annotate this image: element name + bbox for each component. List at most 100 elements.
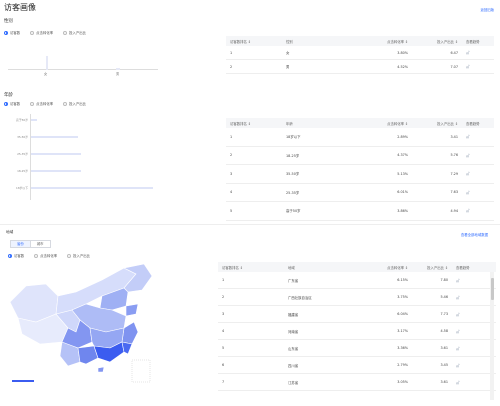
metric-radio-visitors[interactable]: 访客数	[8, 253, 24, 258]
trend-chart-icon[interactable]: ㎡	[452, 363, 484, 368]
radio-dot-icon	[63, 30, 68, 35]
row-roi: 4.94	[450, 208, 458, 213]
gender-bar-male	[116, 68, 120, 70]
col-gender: 性别	[286, 39, 293, 44]
col-roi[interactable]: 投入产出比 ↕	[412, 39, 462, 44]
row-age: 18岁以下	[286, 135, 301, 140]
row-roi: 4.58	[440, 329, 448, 333]
trend-chart-icon[interactable]: ㎡	[452, 329, 484, 334]
row-ctr: 2.79%	[397, 363, 408, 367]
tab-province[interactable]: 省份	[11, 241, 31, 247]
age-table-header: 访客数排名 ↕ 年龄 点击转化率 ↕ 投入产出比 ↕ 查看趋势	[226, 118, 494, 128]
age-metric-radios: 访客数 点击转化率 投入产出比	[4, 101, 86, 106]
region-table-header: 访客数排名 ↕ 地域 点击转化率 ↕ 投入产出比 ↕ 查看趋势	[218, 262, 496, 272]
row-rank: 2	[222, 295, 225, 299]
table-row: 2 广西壮族自治区 3.75% 5.46 ㎡	[218, 289, 496, 306]
radio-dot-icon	[63, 101, 68, 106]
trend-chart-icon[interactable]: ㎡	[462, 208, 494, 213]
col-roi[interactable]: 投入产出比 ↕	[412, 121, 462, 126]
age-table-body: 1 18岁以下 2.89% 3.41 ㎡ 2 18-25岁 4.37% 5.76 ㎡ 3 35-50岁…	[226, 128, 494, 221]
metric-radio-ctr[interactable]: 点击转化率	[30, 101, 53, 106]
col-rank[interactable]: 访客数排名 ↕	[226, 121, 282, 126]
radio-dot-icon	[8, 253, 12, 258]
age-tick-label: 35-50岁	[17, 135, 28, 139]
col-ctr[interactable]: 点击转化率 ↕	[362, 121, 412, 126]
region-section-label: 地域	[6, 230, 14, 234]
table-row: 3 福建省 6.04% 7.73 ㎡	[218, 306, 496, 323]
row-region: 福建省	[288, 312, 299, 317]
age-table: 访客数排名 ↕ 年龄 点击转化率 ↕ 投入产出比 ↕ 查看趋势 1 18岁以下 2.…	[226, 118, 494, 221]
row-ctr: 3.86%	[397, 208, 408, 213]
row-roi: 5.76	[450, 153, 458, 158]
col-trend: 查看趋势	[466, 39, 480, 44]
trend-chart-icon[interactable]: ㎡	[462, 153, 494, 158]
page-title: 访客画像	[4, 3, 36, 12]
row-age: 18-25岁	[286, 153, 300, 158]
row-region: 四川省	[288, 363, 299, 368]
metric-radio-roi[interactable]: 投入产出比	[67, 253, 90, 258]
age-bar	[31, 169, 81, 172]
trend-chart-icon[interactable]: ㎡	[452, 295, 484, 300]
gender-table-header: 访客数排名 ↕ 性别 点击转化率 ↕ 投入产出比 ↕ 查看趋势	[226, 36, 494, 46]
trend-chart-icon[interactable]: ㎡	[462, 134, 494, 139]
row-ctr: 5.13%	[397, 171, 408, 176]
row-rank: 3	[230, 171, 233, 176]
row-rank: 1	[222, 278, 225, 282]
trend-chart-icon[interactable]: ㎡	[452, 346, 484, 351]
row-roi: 3.45	[440, 363, 448, 367]
metric-radio-visitors[interactable]: 访客数	[4, 30, 20, 35]
trend-chart-icon[interactable]: ㎡	[462, 64, 494, 69]
row-region: 广东省	[288, 278, 299, 283]
radio-dot-icon	[4, 30, 8, 35]
table-row: 1 18岁以下 2.89% 3.41 ㎡	[226, 128, 494, 147]
col-rank[interactable]: 访客数排名 ↕	[226, 39, 282, 44]
row-roi: 3.41	[450, 134, 458, 139]
age-bar	[31, 186, 153, 189]
gender-chart: 女 男	[8, 40, 158, 78]
gender-metric-radios: 访客数 点击转化率 投入产出比	[4, 30, 86, 35]
china-map	[9, 263, 153, 383]
trend-chart-icon[interactable]: ㎡	[462, 171, 494, 176]
gender-section-label: 性别	[4, 19, 13, 24]
radio-dot-icon	[4, 101, 8, 106]
col-ctr[interactable]: 点击转化率 ↕	[362, 39, 412, 44]
row-region: 河南省	[288, 329, 299, 334]
radio-dot-icon	[34, 253, 39, 258]
trend-chart-icon[interactable]: ㎡	[452, 278, 484, 283]
metric-radio-ctr[interactable]: 点击转化率	[34, 253, 57, 258]
table-row: 2 男 4.52% 7.07 ㎡	[226, 60, 494, 74]
radio-dot-icon	[30, 30, 35, 35]
metric-radio-roi[interactable]: 投入产出比	[63, 101, 86, 106]
row-roi: 7.73	[440, 312, 448, 316]
col-roi[interactable]: 投入产出比 ↕	[412, 265, 452, 270]
table-row: 4 河南省 3.17% 4.58 ㎡	[218, 323, 496, 340]
gender-table: 访客数排名 ↕ 性别 点击转化率 ↕ 投入产出比 ↕ 查看趋势 1 女 3.80…	[226, 36, 494, 74]
table-row: 2 18-25岁 4.37% 5.76 ㎡	[226, 147, 494, 165]
tab-city[interactable]: 城市	[31, 241, 50, 247]
trend-chart-icon[interactable]: ㎡	[462, 50, 494, 55]
gender-tick-male: 男	[116, 72, 120, 76]
metric-radio-roi[interactable]: 投入产出比	[63, 30, 86, 35]
scrollbar-thumb[interactable]	[490, 278, 494, 300]
metric-radio-visitors[interactable]: 访客数	[4, 101, 20, 106]
back-to-old-version-link[interactable]: 返回旧版	[480, 7, 494, 12]
age-chart-bars: 高于50岁 35-50岁 25-35岁 18-25岁 18岁以下	[6, 114, 161, 200]
row-rank: 5	[222, 346, 225, 350]
metric-radio-ctr[interactable]: 点击转化率	[30, 30, 53, 35]
table-row: 5 山东省 3.36% 3.61 ㎡	[218, 340, 496, 357]
trend-chart-icon[interactable]: ㎡	[462, 190, 494, 195]
trend-chart-icon[interactable]: ㎡	[452, 380, 484, 385]
table-row: 6 四川省 2.79% 3.45 ㎡	[218, 357, 496, 374]
row-ctr: 3.75%	[397, 295, 408, 299]
col-rank[interactable]: 访客数排名 ↕	[218, 265, 284, 270]
row-rank: 5	[230, 208, 233, 213]
region-table-scrollbar[interactable]	[490, 272, 494, 400]
row-region: 江苏省	[288, 380, 299, 385]
trend-chart-icon[interactable]: ㎡	[452, 312, 484, 317]
view-all-regions-link[interactable]: 查看全部地域数据	[461, 232, 488, 237]
col-trend: 查看趋势	[466, 121, 480, 126]
row-roi: 3.61	[440, 380, 448, 384]
row-ctr: 2.89%	[397, 134, 408, 139]
row-roi: 5.46	[440, 295, 448, 299]
col-ctr[interactable]: 点击转化率 ↕	[360, 265, 412, 270]
